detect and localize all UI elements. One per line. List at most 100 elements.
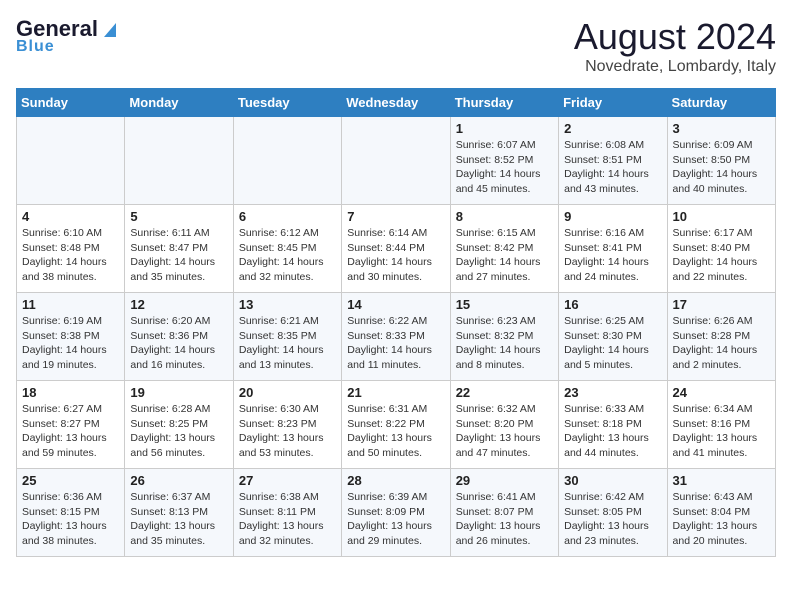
calendar-cell: 20Sunrise: 6:30 AM Sunset: 8:23 PM Dayli… — [233, 381, 341, 469]
day-number: 13 — [239, 297, 336, 312]
day-number: 9 — [564, 209, 661, 224]
day-info: Sunrise: 6:10 AM Sunset: 8:48 PM Dayligh… — [22, 226, 119, 285]
calendar-cell: 17Sunrise: 6:26 AM Sunset: 8:28 PM Dayli… — [667, 293, 775, 381]
calendar-cell: 14 Sunrise: 6:22 AM Sunset: 8:33 PM Dayli… — [342, 293, 450, 381]
calendar-cell: 2 Sunrise: 6:08 AM Sunset: 8:51 PM Daylig… — [559, 117, 667, 205]
calendar-cell: 5 Sunrise: 6:11 AM Sunset: 8:47 PM Daylig… — [125, 205, 233, 293]
day-info: Sunrise: 6:14 AM Sunset: 8:44 PM Dayligh… — [347, 226, 444, 285]
calendar-cell: 7 Sunrise: 6:14 AM Sunset: 8:44 PM Daylig… — [342, 205, 450, 293]
day-info: Sunrise: 6:17 AM Sunset: 8:40 PM Dayligh… — [673, 226, 770, 285]
calendar-header-saturday: Saturday — [667, 89, 775, 117]
day-info: Sunrise: 6:07 AM Sunset: 8:52 PM Dayligh… — [456, 138, 553, 197]
day-info: Sunrise: 6:09 AM Sunset: 8:50 PM Dayligh… — [673, 138, 770, 197]
day-number: 18 — [22, 385, 119, 400]
day-number: 22 — [456, 385, 553, 400]
calendar-cell: 11Sunrise: 6:19 AM Sunset: 8:38 PM Dayli… — [17, 293, 125, 381]
calendar-cell: 10 Sunrise: 6:17 AM Sunset: 8:40 PM Dayli… — [667, 205, 775, 293]
day-info: Sunrise: 6:33 AM Sunset: 8:18 PM Dayligh… — [564, 402, 661, 461]
calendar-cell: 23 Sunrise: 6:33 AM Sunset: 8:18 PM Dayli… — [559, 381, 667, 469]
day-number: 4 — [22, 209, 119, 224]
calendar-cell: 29 Sunrise: 6:41 AM Sunset: 8:07 PM Dayli… — [450, 469, 558, 557]
calendar-week-row: 4 Sunrise: 6:10 AM Sunset: 8:48 PM Daylig… — [17, 205, 776, 293]
logo-blue: Blue — [16, 38, 55, 56]
calendar-week-row: 18 Sunrise: 6:27 AM Sunset: 8:27 PM Dayli… — [17, 381, 776, 469]
calendar-header-tuesday: Tuesday — [233, 89, 341, 117]
day-info: Sunrise: 6:20 AM Sunset: 8:36 PM Dayligh… — [130, 314, 227, 373]
calendar-header-friday: Friday — [559, 89, 667, 117]
day-info: Sunrise: 6:22 AM Sunset: 8:33 PM Dayligh… — [347, 314, 444, 373]
calendar-cell: 3 Sunrise: 6:09 AM Sunset: 8:50 PM Daylig… — [667, 117, 775, 205]
day-info: Sunrise: 6:39 AM Sunset: 8:09 PM Dayligh… — [347, 490, 444, 549]
calendar-cell: 25Sunrise: 6:36 AM Sunset: 8:15 PM Dayli… — [17, 469, 125, 557]
day-number: 25 — [22, 473, 119, 488]
calendar-cell: 16 Sunrise: 6:25 AM Sunset: 8:30 PM Dayli… — [559, 293, 667, 381]
day-number: 28 — [347, 473, 444, 488]
logo: General Blue — [16, 16, 120, 56]
day-info: Sunrise: 6:26 AM Sunset: 8:28 PM Dayligh… — [673, 314, 770, 373]
calendar-cell: 6Sunrise: 6:12 AM Sunset: 8:45 PM Daylig… — [233, 205, 341, 293]
day-info: Sunrise: 6:30 AM Sunset: 8:23 PM Dayligh… — [239, 402, 336, 461]
day-info: Sunrise: 6:11 AM Sunset: 8:47 PM Dayligh… — [130, 226, 227, 285]
calendar-header-sunday: Sunday — [17, 89, 125, 117]
day-number: 21 — [347, 385, 444, 400]
day-number: 15 — [456, 297, 553, 312]
day-info: Sunrise: 6:23 AM Sunset: 8:32 PM Dayligh… — [456, 314, 553, 373]
day-info: Sunrise: 6:34 AM Sunset: 8:16 PM Dayligh… — [673, 402, 770, 461]
day-number: 6 — [239, 209, 336, 224]
calendar-week-row: 1 Sunrise: 6:07 AM Sunset: 8:52 PM Daylig… — [17, 117, 776, 205]
day-number: 3 — [673, 121, 770, 136]
calendar-header-thursday: Thursday — [450, 89, 558, 117]
calendar-cell: 4 Sunrise: 6:10 AM Sunset: 8:48 PM Daylig… — [17, 205, 125, 293]
day-info: Sunrise: 6:25 AM Sunset: 8:30 PM Dayligh… — [564, 314, 661, 373]
day-number: 8 — [456, 209, 553, 224]
day-number: 23 — [564, 385, 661, 400]
calendar-cell — [342, 117, 450, 205]
day-number: 29 — [456, 473, 553, 488]
day-info: Sunrise: 6:15 AM Sunset: 8:42 PM Dayligh… — [456, 226, 553, 285]
calendar-cell: 13Sunrise: 6:21 AM Sunset: 8:35 PM Dayli… — [233, 293, 341, 381]
calendar-header-monday: Monday — [125, 89, 233, 117]
calendar-cell: 30 Sunrise: 6:42 AM Sunset: 8:05 PM Dayli… — [559, 469, 667, 557]
calendar-cell: 21 Sunrise: 6:31 AM Sunset: 8:22 PM Dayli… — [342, 381, 450, 469]
day-info: Sunrise: 6:31 AM Sunset: 8:22 PM Dayligh… — [347, 402, 444, 461]
calendar-cell: 1 Sunrise: 6:07 AM Sunset: 8:52 PM Daylig… — [450, 117, 558, 205]
calendar-table: SundayMondayTuesdayWednesdayThursdayFrid… — [16, 88, 776, 557]
calendar-cell: 31 Sunrise: 6:43 AM Sunset: 8:04 PM Dayli… — [667, 469, 775, 557]
day-number: 11 — [22, 297, 119, 312]
calendar-cell: 22 Sunrise: 6:32 AM Sunset: 8:20 PM Dayli… — [450, 381, 558, 469]
calendar-cell: 24 Sunrise: 6:34 AM Sunset: 8:16 PM Dayli… — [667, 381, 775, 469]
day-number: 7 — [347, 209, 444, 224]
calendar-cell: 12 Sunrise: 6:20 AM Sunset: 8:36 PM Dayli… — [125, 293, 233, 381]
day-number: 19 — [130, 385, 227, 400]
calendar-cell: 18 Sunrise: 6:27 AM Sunset: 8:27 PM Dayli… — [17, 381, 125, 469]
calendar-cell — [125, 117, 233, 205]
day-number: 12 — [130, 297, 227, 312]
day-number: 24 — [673, 385, 770, 400]
day-info: Sunrise: 6:43 AM Sunset: 8:04 PM Dayligh… — [673, 490, 770, 549]
day-number: 5 — [130, 209, 227, 224]
day-info: Sunrise: 6:16 AM Sunset: 8:41 PM Dayligh… — [564, 226, 661, 285]
calendar-week-row: 11Sunrise: 6:19 AM Sunset: 8:38 PM Dayli… — [17, 293, 776, 381]
day-info: Sunrise: 6:41 AM Sunset: 8:07 PM Dayligh… — [456, 490, 553, 549]
day-info: Sunrise: 6:08 AM Sunset: 8:51 PM Dayligh… — [564, 138, 661, 197]
day-info: Sunrise: 6:42 AM Sunset: 8:05 PM Dayligh… — [564, 490, 661, 549]
day-number: 16 — [564, 297, 661, 312]
day-number: 10 — [673, 209, 770, 224]
calendar-week-row: 25Sunrise: 6:36 AM Sunset: 8:15 PM Dayli… — [17, 469, 776, 557]
day-number: 1 — [456, 121, 553, 136]
calendar-header-wednesday: Wednesday — [342, 89, 450, 117]
calendar-header-row: SundayMondayTuesdayWednesdayThursdayFrid… — [17, 89, 776, 117]
calendar-cell: 28 Sunrise: 6:39 AM Sunset: 8:09 PM Dayli… — [342, 469, 450, 557]
day-number: 14 — [347, 297, 444, 312]
day-number: 2 — [564, 121, 661, 136]
day-info: Sunrise: 6:27 AM Sunset: 8:27 PM Dayligh… — [22, 402, 119, 461]
page-title: August 2024 — [574, 16, 776, 58]
day-info: Sunrise: 6:32 AM Sunset: 8:20 PM Dayligh… — [456, 402, 553, 461]
page-subtitle: Novedrate, Lombardy, Italy — [574, 58, 776, 76]
day-number: 27 — [239, 473, 336, 488]
day-number: 26 — [130, 473, 227, 488]
day-info: Sunrise: 6:38 AM Sunset: 8:11 PM Dayligh… — [239, 490, 336, 549]
day-number: 30 — [564, 473, 661, 488]
day-number: 31 — [673, 473, 770, 488]
day-info: Sunrise: 6:37 AM Sunset: 8:13 PM Dayligh… — [130, 490, 227, 549]
